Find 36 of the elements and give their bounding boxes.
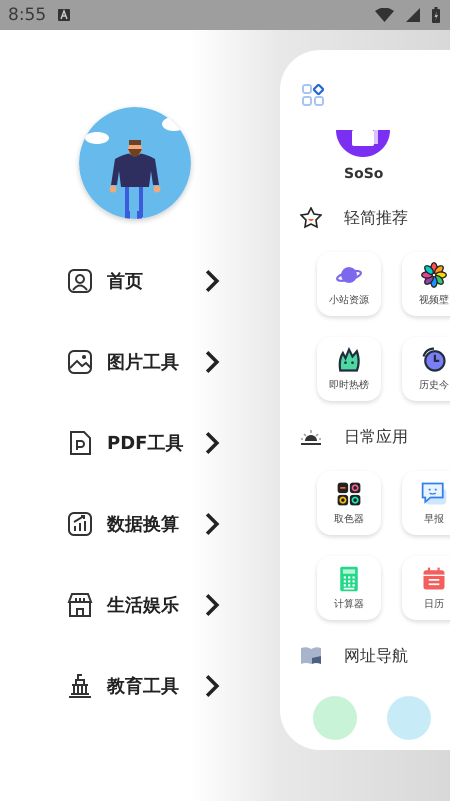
- star-icon: [300, 207, 322, 229]
- wifi-icon: [375, 8, 394, 22]
- menu-item[interactable]: 生活娱乐: [67, 587, 226, 622]
- signal-icon: [406, 8, 420, 22]
- app-tile[interactable]: 取色器: [317, 471, 381, 535]
- battery-icon: [432, 7, 440, 23]
- menu-item[interactable]: 首页: [67, 263, 226, 298]
- status-time: 8:55: [8, 5, 46, 25]
- app-tile[interactable]: 视频壁: [402, 252, 450, 316]
- menu-item[interactable]: 图片工具: [67, 344, 226, 379]
- flower-icon: [420, 261, 448, 289]
- app-tile[interactable]: 日历: [402, 556, 450, 620]
- app-tile[interactable]: 计算器: [317, 556, 381, 620]
- menu-item[interactable]: 数据换算: [67, 506, 226, 541]
- section-title: 日常应用: [344, 426, 408, 448]
- keyboard-icon: [58, 9, 70, 21]
- image-icon: [67, 348, 93, 374]
- chart-icon: [67, 510, 93, 536]
- shop-icon: [67, 592, 93, 618]
- pdf-icon: [67, 430, 93, 456]
- palette-icon: [335, 480, 363, 508]
- user-icon: [67, 268, 93, 294]
- map-icon: [300, 645, 322, 667]
- app-tile[interactable]: 历史今: [402, 337, 450, 401]
- section-title: 网址导航: [344, 646, 408, 666]
- menu-item[interactable]: 教育工具: [67, 668, 226, 703]
- menu-item[interactable]: PDF工具: [67, 425, 226, 460]
- apps-icon[interactable]: [302, 84, 324, 106]
- app-tile[interactable]: 小站资源: [317, 252, 381, 316]
- app-tile[interactable]: 即时热榜: [317, 337, 381, 401]
- building-icon: [67, 672, 93, 698]
- app-label: SoSo: [344, 166, 384, 182]
- section-title: 轻简推荐: [344, 208, 408, 228]
- clock-icon: [420, 346, 448, 374]
- app-tile[interactable]: 早报: [402, 471, 450, 535]
- app-icon[interactable]: [336, 130, 390, 160]
